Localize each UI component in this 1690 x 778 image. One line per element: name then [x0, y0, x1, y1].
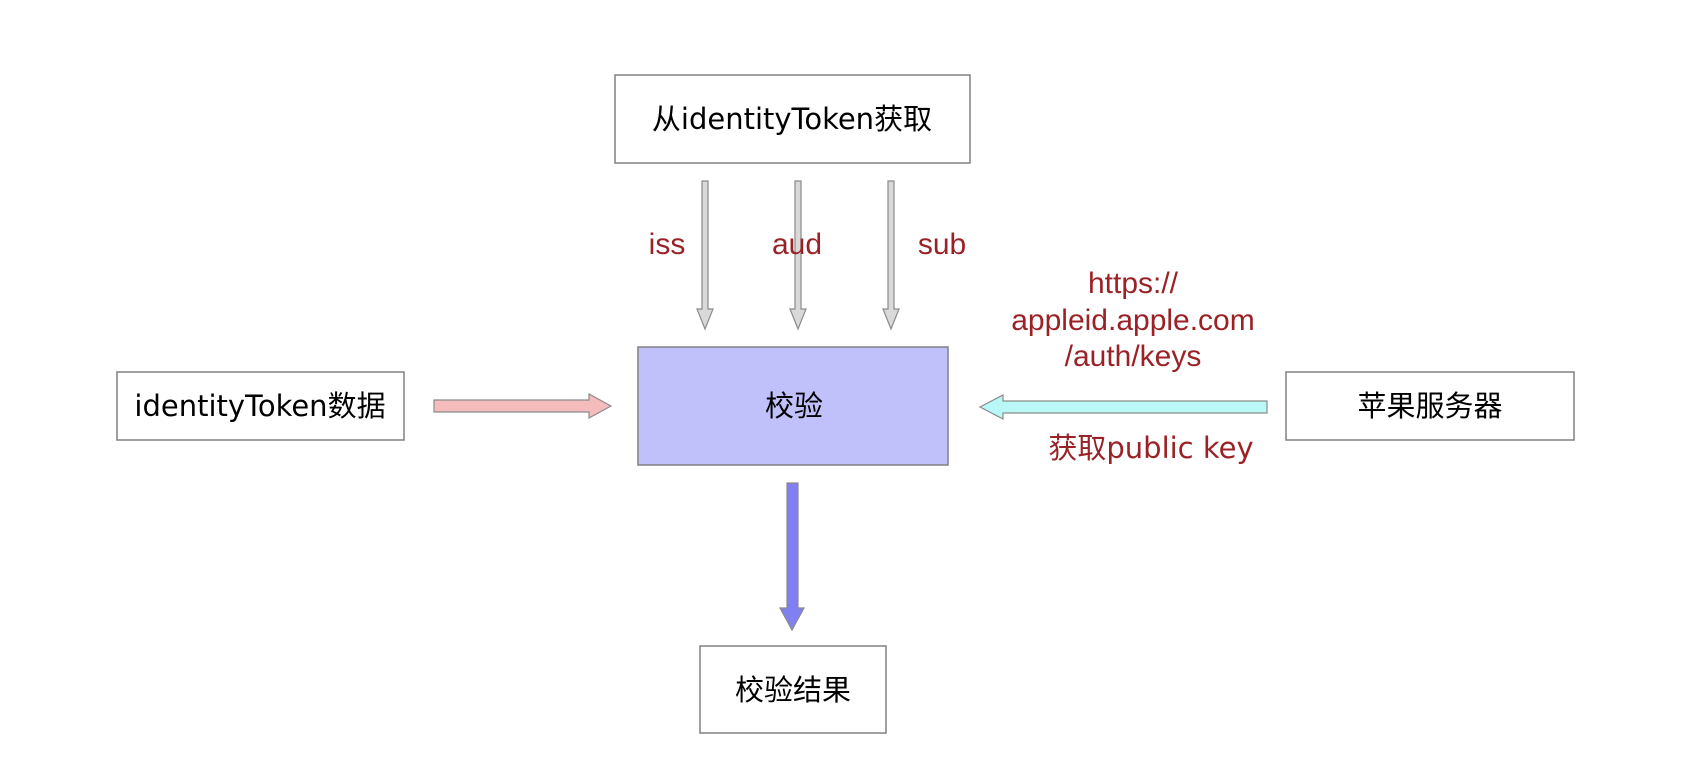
- source-node-label: 从identityToken获取: [652, 102, 932, 136]
- keys-url-line-2: appleid.apple.com: [1011, 304, 1255, 337]
- input-node-label: identityToken数据: [134, 389, 385, 423]
- apple-to-verify-arrow: [978, 394, 1268, 420]
- flow-diagram: 从identityToken获取 iss aud sub identityTok…: [116, 74, 1575, 734]
- verify-node: 校验: [637, 346, 949, 466]
- result-node: 校验结果: [699, 645, 887, 734]
- get-public-key-label: 获取public key: [1048, 431, 1253, 465]
- apple-server-node: 苹果服务器: [1285, 371, 1575, 441]
- iss-label: iss: [649, 228, 686, 261]
- iss-arrow: [696, 180, 714, 331]
- keys-url-line-1: https://: [1088, 267, 1179, 300]
- input-node: identityToken数据: [116, 371, 405, 441]
- keys-url-line-3: /auth/keys: [1065, 340, 1202, 373]
- sub-arrow: [882, 180, 900, 331]
- apple-server-node-label: 苹果服务器: [1357, 389, 1502, 423]
- sub-label: sub: [918, 228, 966, 261]
- source-node: 从identityToken获取: [614, 74, 971, 164]
- verify-to-result-arrow: [778, 482, 806, 632]
- input-to-verify-arrow: [433, 392, 613, 420]
- verify-node-label: 校验: [765, 389, 823, 423]
- result-node-label: 校验结果: [735, 673, 851, 707]
- aud-label: aud: [772, 228, 822, 261]
